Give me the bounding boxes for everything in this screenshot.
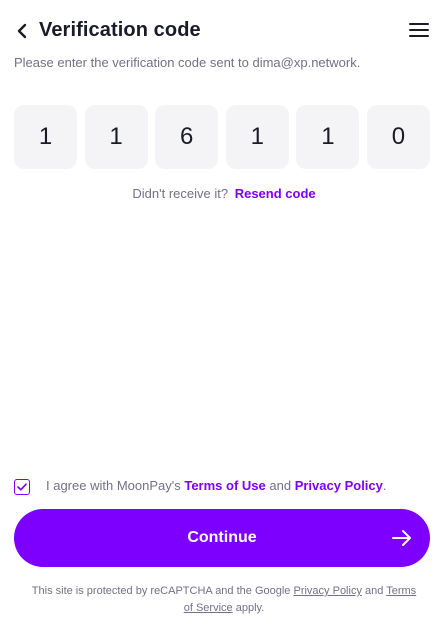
code-digit-6[interactable]: 0 <box>366 105 430 169</box>
code-digit-4[interactable]: 1 <box>225 105 289 169</box>
agree-text: I agree with MoonPay's Terms of Use and … <box>46 478 387 493</box>
google-privacy-policy-link[interactable]: Privacy Policy <box>293 585 361 597</box>
continue-label: Continue <box>187 529 257 546</box>
privacy-policy-link[interactable]: Privacy Policy <box>295 478 383 493</box>
recaptcha-and: and <box>365 585 384 597</box>
menu-button[interactable] <box>408 21 430 39</box>
terms-of-use-link[interactable]: Terms of Use <box>184 478 265 493</box>
continue-button[interactable]: Continue <box>14 509 430 567</box>
arrow-right-icon <box>392 530 411 546</box>
resend-code-link[interactable]: Resend code <box>235 186 316 201</box>
terms-agreement: I agree with MoonPay's Terms of Use and … <box>14 475 434 495</box>
code-digit-5[interactable]: 1 <box>296 105 360 169</box>
recaptcha-notice: This site is protected by reCAPTCHA and … <box>30 583 418 617</box>
recaptcha-suffix: apply. <box>235 602 265 614</box>
verification-code-inputs: 1 1 6 1 1 0 <box>14 105 430 169</box>
instruction-text: Please enter the verification code sent … <box>14 55 361 70</box>
agree-prefix: I agree with MoonPay's <box>46 477 181 493</box>
code-digit-1[interactable]: 1 <box>14 105 77 169</box>
code-digit-3[interactable]: 6 <box>155 105 219 169</box>
back-button[interactable] <box>10 18 34 44</box>
agree-checkbox[interactable] <box>14 479 30 495</box>
agree-and: and <box>269 477 292 493</box>
chevron-left-icon <box>17 23 27 39</box>
recaptcha-prefix: This site is protected by reCAPTCHA and … <box>31 585 291 597</box>
page-title: Verification code <box>39 19 201 41</box>
resend-line: Didn't receive it? Resend code <box>0 186 448 201</box>
hamburger-menu-icon <box>409 23 429 37</box>
header: Verification code <box>0 16 448 46</box>
checkmark-icon <box>17 483 27 491</box>
agree-suffix: . <box>382 477 387 493</box>
resend-prompt: Didn't receive it? <box>132 186 229 201</box>
code-digit-2[interactable]: 1 <box>84 105 148 169</box>
